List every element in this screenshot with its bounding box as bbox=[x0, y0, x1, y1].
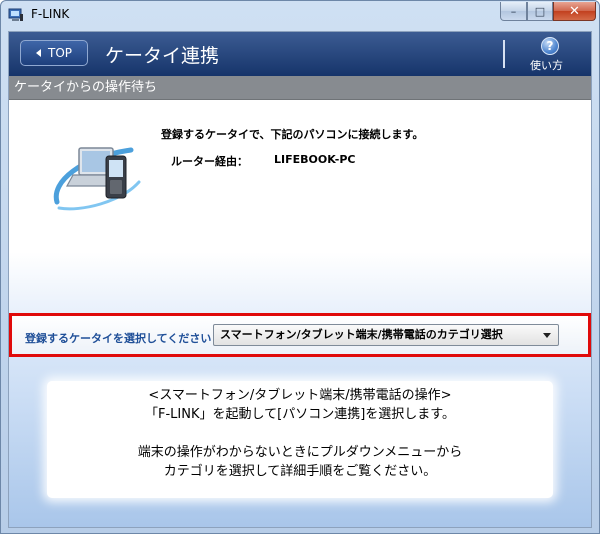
close-button[interactable]: ✕ bbox=[553, 2, 596, 21]
router-label: ルーター経由： bbox=[171, 155, 248, 168]
app-window-icon bbox=[8, 8, 23, 21]
help-question-icon[interactable]: ? bbox=[541, 37, 559, 55]
page-title: ケータイ連携 bbox=[105, 45, 220, 67]
instruction-line: 端末の操作がわからないときにプルダウンメニューから bbox=[137, 445, 463, 460]
help-link[interactable]: 使い方 bbox=[530, 57, 563, 73]
device-select-label: 登録するケータイを選択してください bbox=[25, 332, 212, 345]
instruction-line: カテゴリを選択して詳細手順をご覧ください。 bbox=[163, 464, 437, 479]
device-select-row: 登録するケータイを選択してください スマートフォン/タブレット端末/携帯電話のカ… bbox=[9, 313, 591, 357]
chevron-down-icon bbox=[543, 333, 551, 338]
minimize-button[interactable]: – bbox=[500, 2, 527, 21]
instruction-spacer bbox=[47, 424, 553, 443]
client-area: TOP ケータイ連携 ? 使い方 ケータイからの操作待ち 登録するケータイで、下… bbox=[8, 31, 592, 528]
section-title: ケータイからの操作待ち bbox=[9, 76, 591, 100]
content-gradient bbox=[9, 252, 591, 314]
instruction-line: <スマートフォン/タブレット端末/携帯電話の操作> bbox=[148, 388, 452, 403]
triangle-left-icon bbox=[35, 49, 41, 57]
top-button[interactable]: TOP bbox=[20, 40, 88, 66]
router-value: LIFEBOOK-PC bbox=[274, 153, 356, 166]
device-category-value: スマートフォン/タブレット端末/携帯電話のカテゴリ選択 bbox=[220, 328, 503, 341]
header-divider bbox=[503, 40, 505, 68]
title-bar[interactable]: F-LINK – □ ✕ bbox=[1, 1, 599, 29]
window-title: F-LINK bbox=[31, 7, 70, 21]
app-window: F-LINK – □ ✕ TOP ケータイ連携 ? 使い方 ケータイからの操作待… bbox=[0, 0, 600, 534]
device-category-select[interactable]: スマートフォン/タブレット端末/携帯電話のカテゴリ選択 bbox=[213, 324, 559, 346]
instruction-line: 「F-LINK」を起動して[パソコン連携]を選択します。 bbox=[145, 407, 455, 422]
top-button-label: TOP bbox=[47, 46, 72, 60]
maximize-button[interactable]: □ bbox=[527, 2, 553, 21]
app-header: TOP ケータイ連携 ? 使い方 bbox=[9, 32, 591, 76]
instruction-area: <スマートフォン/タブレット端末/携帯電話の操作> 「F-LINK」を起動して[… bbox=[9, 357, 591, 527]
connection-message: 登録するケータイで、下記のパソコンに接続します。 bbox=[161, 128, 424, 141]
pc-phone-link-icon bbox=[53, 147, 141, 211]
instruction-box: <スマートフォン/タブレット端末/携帯電話の操作> 「F-LINK」を起動して[… bbox=[47, 381, 553, 498]
